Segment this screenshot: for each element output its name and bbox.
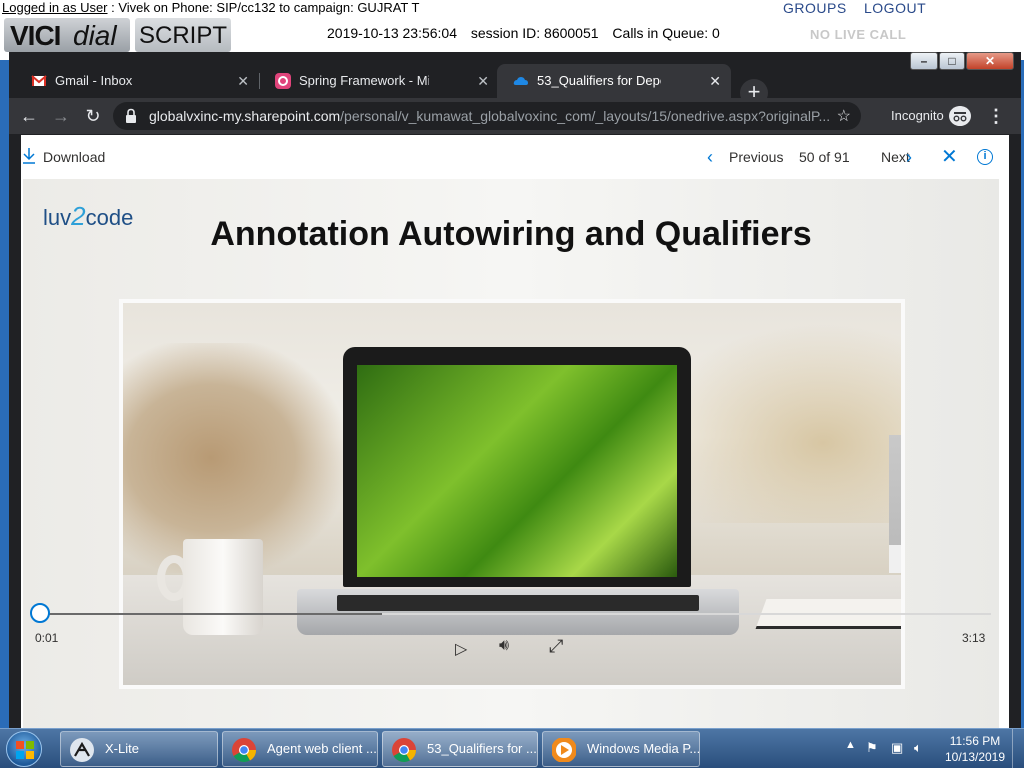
url-host: globalvxinc-my.sharepoint.com: [149, 108, 341, 124]
network-icon[interactable]: ▣: [891, 741, 907, 755]
chrome-window: – □ ✕ Gmail - Inbox ✕ Spring Framework -…: [9, 52, 1021, 728]
logo-bold-text: VICI: [10, 20, 61, 51]
reload-icon[interactable]: ↻: [81, 104, 105, 128]
tab-strip: Gmail - Inbox ✕ Spring Framework - MindM…: [9, 64, 1021, 107]
logo-italic-text: dial: [73, 20, 117, 51]
taskbar-item-qualifiers[interactable]: 53_Qualifiers for ...: [382, 731, 538, 767]
presenter-shirt: [889, 545, 901, 573]
groups-link[interactable]: GROUPS: [783, 0, 847, 16]
play-icon[interactable]: ▷: [455, 639, 467, 659]
address-bar[interactable]: globalvxinc-my.sharepoint.com/personal/v…: [113, 102, 861, 130]
tab-gmail[interactable]: Gmail - Inbox ✕: [15, 64, 259, 98]
taskbar-label: Windows Media P...: [587, 741, 700, 756]
download-icon[interactable]: [21, 147, 37, 165]
chevron-right-icon[interactable]: ›: [906, 135, 912, 179]
volume-icon[interactable]: 🔊︎: [499, 637, 509, 655]
session-info: 2019-10-13 23:56:04 session ID: 8600051 …: [327, 25, 730, 41]
url-text: globalvxinc-my.sharepoint.com/personal/v…: [149, 102, 829, 130]
slide-title: Annotation Autowiring and Qualifiers: [210, 215, 812, 253]
gmail-icon: [31, 75, 47, 86]
windows-logo-icon: [16, 741, 34, 759]
mindmeister-icon: [275, 73, 291, 89]
info-icon[interactable]: i: [977, 149, 993, 165]
tab-label: 53_Qualifiers for Dependency Inje: [537, 73, 661, 88]
script-button[interactable]: SCRIPT: [135, 18, 231, 52]
close-viewer-icon[interactable]: ✕: [941, 135, 958, 179]
grass-wallpaper: [357, 365, 677, 577]
vicidial-header: Logged in as User : Vivek on Phone: SIP/…: [0, 0, 1024, 60]
tab-label: Gmail - Inbox: [55, 73, 133, 88]
start-button[interactable]: [6, 731, 42, 767]
show-hidden-icons-icon[interactable]: ▲: [845, 739, 856, 751]
seek-bar[interactable]: [39, 613, 991, 615]
no-live-call-status: NO LIVE CALL: [810, 27, 907, 42]
laptop-keyboard: [297, 589, 739, 635]
show-desktop-button[interactable]: [1012, 729, 1024, 768]
menu-kebab-icon[interactable]: ⋮: [987, 98, 1005, 134]
presenter-webcam: [889, 435, 901, 573]
previous-button[interactable]: Previous: [729, 135, 783, 179]
close-tab-icon[interactable]: ✕: [477, 64, 489, 98]
taskbar: X-Lite Agent web client ... 53_Qualifier…: [0, 728, 1024, 768]
fullscreen-icon[interactable]: ⤢: [549, 636, 563, 657]
taskbar-label: 53_Qualifiers for ...: [427, 741, 537, 756]
chevron-left-icon[interactable]: ‹: [707, 135, 713, 179]
xlite-icon: [70, 738, 94, 762]
bookmark-star-icon[interactable]: ☆: [837, 106, 851, 126]
slide-photo: [119, 299, 905, 689]
taskbar-item-agent-web-client[interactable]: Agent web client ...: [222, 731, 378, 767]
forward-arrow-icon[interactable]: →: [49, 104, 73, 128]
close-tab-icon[interactable]: ✕: [237, 64, 249, 98]
video-player[interactable]: luv2code Annotation Autowiring and Quali…: [23, 179, 999, 728]
logged-in-link[interactable]: Logged in as User: [2, 0, 108, 15]
back-arrow-icon[interactable]: ←: [17, 104, 41, 128]
speaker-icon[interactable]: 🔈︎: [914, 741, 930, 755]
duration: 3:13: [962, 631, 986, 645]
browser-toolbar: ← → ↻ globalvxinc-my.sharepoint.com/pers…: [9, 98, 1021, 134]
status-text: : Vivek on Phone: SIP/cc132 to campaign:…: [107, 0, 420, 15]
clock-time: 11:56 PM: [949, 734, 1001, 748]
action-center-flag-icon[interactable]: ⚑: [866, 741, 882, 755]
file-viewer: Download ‹ Previous 50 of 91 Next › ✕ i …: [21, 135, 1009, 728]
tab-qualifiers-video[interactable]: 53_Qualifiers for Dependency Inje ✕: [497, 64, 731, 98]
keyboard-keys: [337, 595, 699, 611]
laptop-screen: [343, 347, 691, 587]
url-path: /personal/v_kumawat_globalvoxinc_com/_la…: [340, 108, 829, 124]
file-counter: 50 of 91: [799, 149, 850, 165]
lock-icon: [126, 108, 136, 123]
calls-in-queue: Calls in Queue: 0: [612, 25, 720, 41]
system-clock[interactable]: 11:56 PM 10/13/2019: [940, 733, 1010, 765]
close-tab-icon[interactable]: ✕: [709, 64, 721, 98]
session-id: session ID: 8600051: [470, 25, 599, 41]
taskbar-item-media-player[interactable]: Windows Media P...: [542, 731, 700, 767]
incognito-icon[interactable]: [949, 106, 971, 126]
tab-mindmeister[interactable]: Spring Framework - MindMeister ✕: [259, 64, 499, 98]
chrome-icon: [232, 738, 256, 763]
taskbar-label: X-Lite: [105, 741, 139, 756]
seek-handle[interactable]: [30, 603, 50, 623]
session-datetime: 2019-10-13 23:56:04: [327, 25, 457, 41]
taskbar-item-xlite[interactable]: X-Lite: [60, 731, 218, 767]
coffee-mug: [183, 539, 263, 635]
viewer-command-bar: Download ‹ Previous 50 of 91 Next › ✕ i: [21, 135, 1009, 179]
buffered-range: [39, 613, 382, 615]
media-player-icon: [552, 738, 576, 762]
tab-label: Spring Framework - MindMeister: [299, 73, 429, 88]
chrome-icon: [392, 738, 416, 763]
logout-link[interactable]: LOGOUT: [864, 0, 926, 16]
clock-date: 10/13/2019: [944, 750, 1006, 764]
vicidial-logo: VICI dial: [4, 18, 130, 52]
login-status: Logged in as User : Vivek on Phone: SIP/…: [2, 0, 419, 15]
onedrive-icon: [513, 77, 528, 85]
taskbar-label: Agent web client ...: [267, 741, 377, 756]
current-time: 0:01: [35, 631, 59, 645]
incognito-label: Incognito: [891, 108, 944, 123]
download-button[interactable]: Download: [43, 135, 105, 179]
